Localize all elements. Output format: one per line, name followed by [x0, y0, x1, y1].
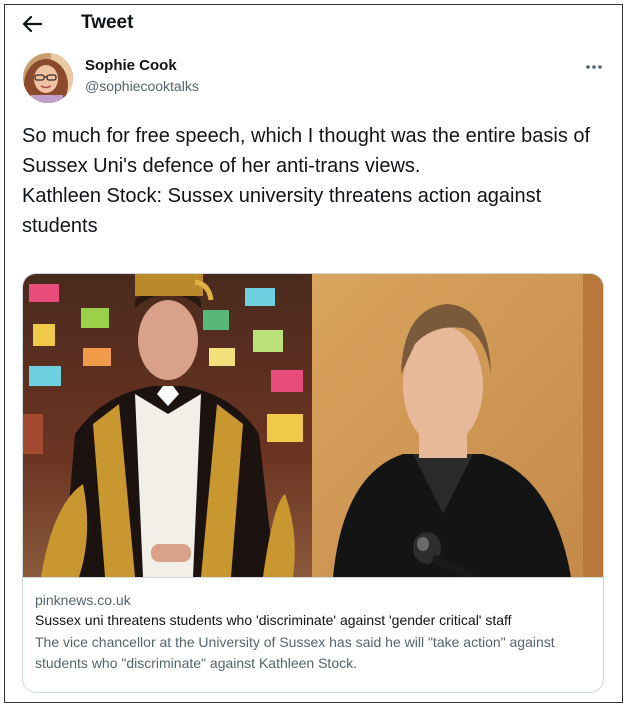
- card-description: The vice chancellor at the University of…: [35, 634, 555, 671]
- author-name[interactable]: Sophie Cook: [85, 57, 177, 74]
- back-button[interactable]: [19, 11, 45, 37]
- link-preview-card[interactable]: pinknews.co.uk Sussex uni threatens stud…: [22, 273, 604, 693]
- tweet-text: So much for free speech, which I thought…: [22, 125, 591, 237]
- page-header: Tweet: [5, 5, 622, 41]
- arrow-left-icon: [22, 15, 42, 33]
- card-title: Sussex uni threatens students who 'discr…: [35, 612, 512, 628]
- page-title: Tweet: [81, 12, 134, 33]
- author-handle[interactable]: @sophiecooktalks: [85, 78, 199, 94]
- avatar-image: [23, 53, 73, 103]
- tweet-page: Tweet Sophie Cook @sophiecooktalks So mu…: [4, 4, 623, 703]
- card-domain: pinknews.co.uk: [35, 592, 131, 608]
- avatar[interactable]: [23, 53, 73, 103]
- ellipsis-icon: [586, 65, 602, 69]
- more-options-button[interactable]: [582, 59, 606, 75]
- card-meta: pinknews.co.uk Sussex uni threatens stud…: [23, 577, 603, 692]
- card-image: [23, 274, 603, 577]
